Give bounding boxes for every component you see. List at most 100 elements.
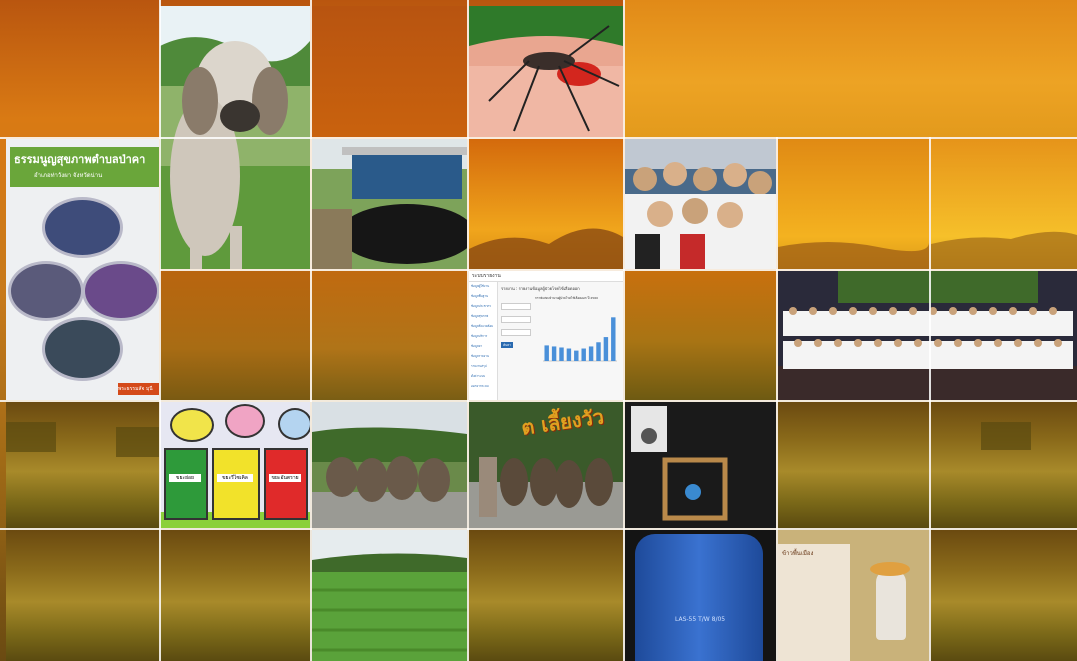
grid-line (310, 0, 312, 661)
photo-oval-3 (82, 261, 159, 321)
menu-item[interactable]: ข้อมูลรายงาน (471, 354, 497, 364)
green-bin-label: ขยะย่อย (169, 474, 201, 482)
field-tile-b (312, 271, 467, 400)
food-icon (170, 408, 214, 442)
chart-bar (559, 347, 564, 361)
field-tile-h (160, 530, 310, 661)
barn-silhouette (981, 422, 1031, 450)
menu-item[interactable]: ข้อมูลประชากร (471, 304, 497, 314)
house-silhouette (6, 422, 159, 457)
chart-bar (581, 348, 586, 361)
photo-group-event[interactable] (778, 271, 1077, 400)
mountain-silhouette-2 (778, 139, 929, 269)
farmer-figure (876, 570, 906, 640)
report-screenshot[interactable]: ระบบรายงาน ข้อมูลผู้ใช้งาน ข้อมูลพื้นฐาน… (469, 271, 623, 400)
photo-cattle-road[interactable] (312, 402, 467, 528)
filter-select-2[interactable] (501, 316, 531, 323)
report-bar-chart (543, 317, 617, 362)
photo-biogas[interactable] (312, 139, 467, 269)
chart-bar (603, 337, 609, 361)
report-app-name: ระบบรายงาน (472, 273, 501, 279)
green-bin: ขยะย่อย (164, 448, 208, 520)
grid-line (929, 137, 931, 402)
grid-line (623, 0, 625, 661)
recycling-bins[interactable]: ขยะย่อย ขยะรีไซเคิล ขยะอันตราย (160, 402, 310, 528)
charter-subtitle: อำเภอท่าวังผา จังหวัดน่าน (34, 172, 103, 179)
report-page-title: รายงาน : รายงานข้อมูลผู้ป่วยโรคไข้เลือดอ… (501, 286, 580, 291)
students-image (625, 139, 776, 269)
grid-line (160, 269, 1077, 271)
field-tile-i (469, 530, 623, 661)
menu-item[interactable]: ข้อมูลผู้ใช้งาน (471, 284, 497, 294)
recycle-icon (225, 404, 265, 438)
grid-line (0, 137, 1077, 139)
menu-item[interactable]: ออกจากระบบ (471, 384, 497, 394)
photo-blue-barrel[interactable]: LAS-55 T/W 8/05 (625, 530, 776, 661)
red-bin-label: ขยะอันตราย (269, 474, 301, 482)
yellow-bin: ขยะรีไซเคิล (212, 448, 260, 520)
field-tile-d (6, 402, 159, 528)
photo-rice-harvest[interactable]: ข้าวพื้นเมือง (778, 530, 929, 661)
grid-line (776, 137, 778, 661)
sunset-mountain (469, 139, 623, 269)
rice-poster (778, 544, 850, 661)
field-tile-g (6, 530, 159, 661)
group-event-image (778, 271, 1077, 400)
cattle-road-image (312, 402, 467, 528)
photo-oval-2 (8, 261, 84, 321)
grid-line (0, 400, 1077, 402)
field-tile-f (931, 402, 1077, 528)
field-tile-e (778, 402, 929, 528)
photo-vegetable-field[interactable] (312, 530, 467, 661)
menu-item[interactable]: รายงานสรุป (471, 364, 497, 374)
rice-photo-label: ข้าวพื้นเมือง (782, 550, 814, 557)
photo-mosquito[interactable] (469, 6, 623, 137)
menu-item[interactable]: ตั้งค่าระบบ (471, 374, 497, 384)
barrel-text: LAS-55 T/W 8/05 (675, 616, 726, 623)
biogas-image (312, 139, 467, 269)
field-tile-a (160, 271, 310, 400)
charter-footer: พระธรรมสัจ มุนี (118, 386, 153, 392)
grid-line (0, 528, 1077, 530)
sunset-right-2 (931, 139, 1077, 269)
chart-bar (596, 342, 601, 361)
photo-sensor-device[interactable] (625, 402, 776, 528)
filter-select-1[interactable] (501, 303, 531, 310)
photo-cattle-herding[interactable]: ต เลี้ยงวัว (469, 402, 623, 528)
mountain-silhouette (469, 139, 623, 269)
menu-list: ข้อมูลผู้ใช้งาน ข้อมูลพื้นฐาน ข้อมูลประช… (471, 284, 497, 394)
mosquito-image (469, 6, 623, 137)
menu-item[interactable]: ข้อมูลยา (471, 344, 497, 354)
photo-oval-1 (42, 197, 123, 258)
report-chart-title: กราฟแสดงจำนวนผู้ป่วยโรคไข้เลือดออก ปี 25… (535, 296, 599, 300)
field-tile-c (625, 271, 776, 400)
yellow-bin-label: ขยะรีไซเคิล (217, 474, 253, 482)
menu-item[interactable]: ข้อมูลสุขภาพ (471, 314, 497, 324)
red-bin: ขยะอันตราย (264, 448, 308, 520)
charter-card[interactable]: ธรรมนูญสุขภาพตำบลป่าคา อำเภอท่าวังผา จัง… (6, 139, 159, 400)
hazard-icon (278, 408, 310, 440)
report-sidebar: ข้อมูลผู้ใช้งาน ข้อมูลพื้นฐาน ข้อมูลประช… (469, 282, 498, 400)
chart-bar (588, 346, 594, 361)
grid-line (929, 400, 931, 661)
menu-item[interactable]: ข้อมูลพื้นฐาน (471, 294, 497, 304)
report-form: ค้นหา (501, 299, 533, 349)
charter-title: ธรรมนูญสุขภาพตำบลป่าคา (14, 153, 146, 166)
filter-select-3[interactable] (501, 329, 531, 336)
photo-students[interactable] (625, 139, 776, 269)
chart-bar (551, 346, 557, 361)
sunset-tile (312, 6, 467, 137)
sunset-right-1 (778, 139, 929, 269)
blue-barrel (635, 534, 763, 661)
menu-item[interactable]: ข้อมูลบริการ (471, 334, 497, 344)
sensor-device-image (631, 406, 728, 521)
chart-bar (611, 317, 616, 361)
farmer-hat (870, 562, 910, 576)
chart-bar (566, 348, 572, 361)
field-tile-j (931, 530, 1077, 661)
sunset-wide (625, 0, 1077, 137)
grid-line (467, 0, 469, 661)
search-button[interactable]: ค้นหา (501, 342, 513, 348)
grid-line (159, 0, 161, 661)
menu-item[interactable]: ข้อมูลสิ่งแวดล้อม (471, 324, 497, 334)
